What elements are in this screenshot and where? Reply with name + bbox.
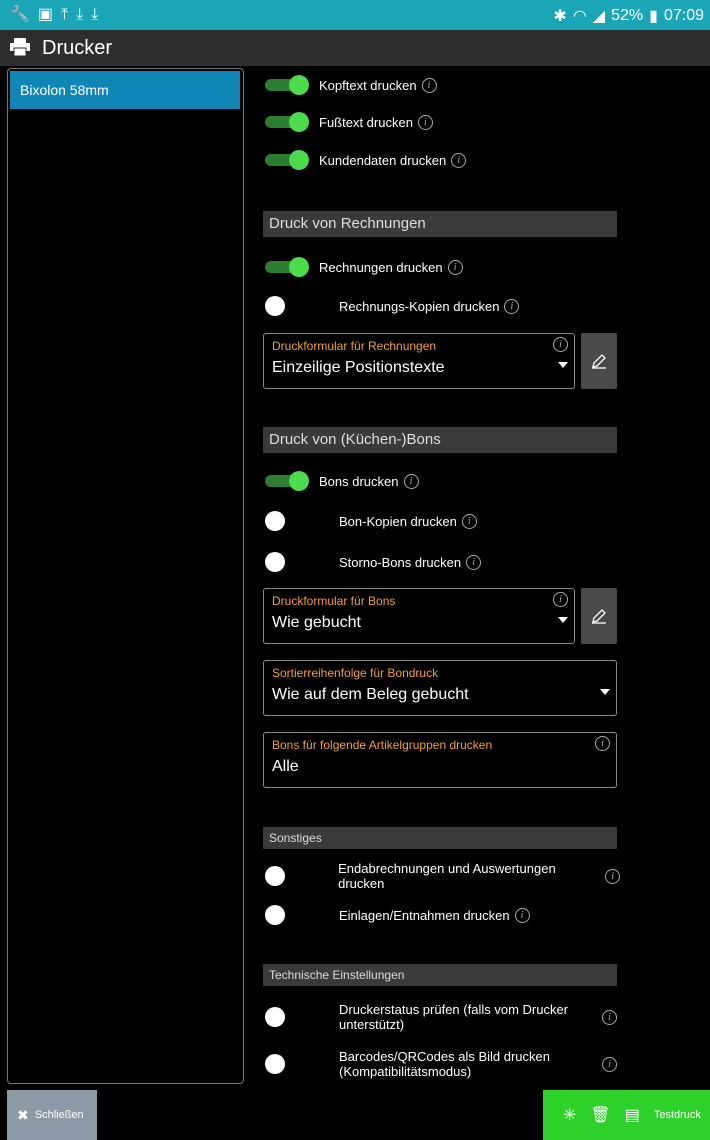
bon-form-select[interactable]: Druckformular für Bons Wie gebucht i (263, 588, 575, 644)
info-icon[interactable]: i (417, 114, 433, 130)
field-value: Einzeilige Positionstexte (272, 359, 445, 376)
toggle-switch[interactable] (265, 75, 311, 95)
field-value: Wie gebucht (272, 614, 361, 631)
download-icon: ⤓ (91, 6, 99, 23)
brightness-icon[interactable]: ✳ (563, 1105, 576, 1125)
close-button[interactable]: ✖ Schließen (7, 1090, 97, 1140)
setting-storno-bons[interactable]: Storno-Bons drucken i (265, 547, 482, 577)
toggle-switch[interactable] (265, 112, 311, 132)
pencil-icon (592, 609, 606, 624)
info-icon[interactable]: i (602, 1056, 617, 1072)
trash-icon[interactable]: 🗑 (590, 1105, 610, 1125)
setting-print-bons[interactable]: Bons drucken i (265, 466, 419, 496)
dropdown-arrow-icon (558, 617, 568, 623)
edit-bon-form-button[interactable] (581, 588, 617, 644)
wifi-icon: ◠ (572, 8, 587, 25)
test-print-button[interactable]: Testdruck (654, 1109, 701, 1121)
info-icon[interactable]: i (421, 77, 437, 93)
download-icon: ⤓ (76, 6, 84, 23)
toggle-switch[interactable] (265, 296, 311, 316)
setting-label: Storno-Bons drucken (339, 554, 462, 570)
setting-label: Bon-Kopien drucken (339, 513, 457, 529)
status-bar: 🔧 ▣ ⤒ ⤓ ⤓ ✱ ◠ ◢ 52% ▮ 07:09 (0, 0, 710, 30)
signal-icon: ◢ (592, 8, 606, 25)
close-icon: ✖ (17, 1106, 29, 1123)
setting-footer-text[interactable]: Fußtext drucken i (265, 107, 433, 137)
app-title-bar: Drucker (0, 30, 710, 66)
field-label: Druckformular für Bons (272, 594, 396, 608)
toggle-switch[interactable] (265, 511, 311, 531)
bluetooth-icon: ✱ (553, 8, 567, 25)
dropdown-arrow-icon (600, 689, 610, 695)
bottom-action-bar: ✳ 🗑 ▤ Testdruck (543, 1090, 710, 1140)
info-icon[interactable]: i (553, 337, 568, 352)
battery-icon: ▮ (649, 8, 658, 25)
upload-icon: ⤒ (61, 6, 69, 23)
field-label: Sortierreihenfolge für Bondruck (272, 666, 439, 680)
toggle-switch[interactable] (265, 257, 311, 277)
image-icon: ▣ (37, 6, 54, 23)
field-value: Alle (272, 758, 299, 775)
pencil-icon (592, 354, 606, 369)
toggle-switch[interactable] (265, 905, 311, 925)
info-icon[interactable]: i (403, 473, 419, 489)
setting-label: Kundendaten drucken (319, 152, 447, 168)
toggle-switch[interactable] (265, 552, 311, 572)
setting-barcodes-as-image[interactable]: Barcodes/QRCodes als Bild drucken (Kompa… (265, 1049, 620, 1079)
printer-item-bixolon[interactable]: Bixolon 58mm (10, 71, 240, 109)
bon-sort-order-select[interactable]: Sortierreihenfolge für Bondruck Wie auf … (263, 660, 617, 716)
toggle-switch[interactable] (265, 866, 310, 886)
info-icon[interactable]: i (461, 513, 477, 529)
info-icon[interactable]: i (553, 592, 568, 607)
info-icon[interactable]: i (504, 298, 520, 314)
setting-deposits-withdrawals[interactable]: Einlagen/Entnahmen drucken i (265, 900, 530, 930)
info-icon[interactable]: i (605, 868, 620, 884)
field-label: Bons für folgende Artikelgruppen drucken (272, 738, 493, 752)
setting-print-invoices[interactable]: Rechnungen drucken i (265, 252, 463, 282)
info-icon[interactable]: i (514, 907, 530, 923)
info-icon[interactable]: i (451, 152, 467, 168)
section-header-invoices: Druck von Rechnungen (263, 211, 617, 237)
setting-label: Kopftext drucken (319, 77, 417, 93)
section-header-misc: Sonstiges (263, 827, 617, 849)
setting-label: Barcodes/QRCodes als Bild drucken (Kompa… (339, 1049, 550, 1079)
info-icon[interactable]: i (447, 259, 463, 275)
setting-invoice-copies[interactable]: Rechnungs-Kopien drucken i (265, 291, 520, 321)
clock: 07:09 (663, 7, 704, 24)
setting-label: Druckerstatus prüfen (falls vom Drucker … (339, 1002, 569, 1032)
toggle-switch[interactable] (265, 1007, 311, 1027)
printer-list: Bixolon 58mm (7, 68, 244, 1084)
setting-label: Einlagen/Entnahmen drucken (339, 907, 510, 923)
printer-icon (10, 38, 30, 56)
bon-article-groups-field[interactable]: Bons für folgende Artikelgruppen drucken… (263, 732, 617, 788)
receipt-icon[interactable]: ▤ (625, 1105, 640, 1125)
setting-label: Endabrechnungen und Auswertungen drucken (338, 861, 556, 891)
info-icon[interactable]: i (466, 554, 482, 570)
section-header-technical: Technische Einstellungen (263, 964, 617, 986)
setting-label: Rechnungs-Kopien drucken (339, 298, 500, 314)
info-icon[interactable]: i (595, 736, 610, 751)
toggle-switch[interactable] (265, 1054, 311, 1074)
setting-end-reports[interactable]: Endabrechnungen und Auswertungen drucken… (265, 861, 620, 891)
setting-header-text[interactable]: Kopftext drucken i (265, 70, 437, 100)
setting-label: Bons drucken (319, 473, 399, 489)
setting-label: Rechnungen drucken (319, 259, 443, 275)
battery-percentage: 52% (611, 7, 644, 24)
page-title: Drucker (42, 37, 113, 59)
field-value: Wie auf dem Beleg gebucht (272, 686, 469, 703)
setting-bon-copies[interactable]: Bon-Kopien drucken i (265, 506, 477, 536)
invoice-form-select[interactable]: Druckformular für Rechnungen Einzeilige … (263, 333, 575, 389)
toggle-switch[interactable] (265, 150, 311, 170)
field-label: Druckformular für Rechnungen (272, 339, 437, 353)
dropdown-arrow-icon (558, 362, 568, 368)
close-label: Schließen (34, 1109, 84, 1121)
edit-invoice-form-button[interactable] (581, 333, 617, 389)
toggle-switch[interactable] (265, 471, 311, 491)
info-icon[interactable]: i (602, 1009, 617, 1025)
setting-label: Fußtext drucken (319, 114, 413, 130)
setting-check-printer-status[interactable]: Druckerstatus prüfen (falls vom Drucker … (265, 1002, 620, 1032)
wrench-icon: 🔧 (10, 6, 30, 23)
section-header-bons: Druck von (Küchen-)Bons (263, 427, 617, 453)
setting-customer-data[interactable]: Kundendaten drucken i (265, 145, 467, 175)
